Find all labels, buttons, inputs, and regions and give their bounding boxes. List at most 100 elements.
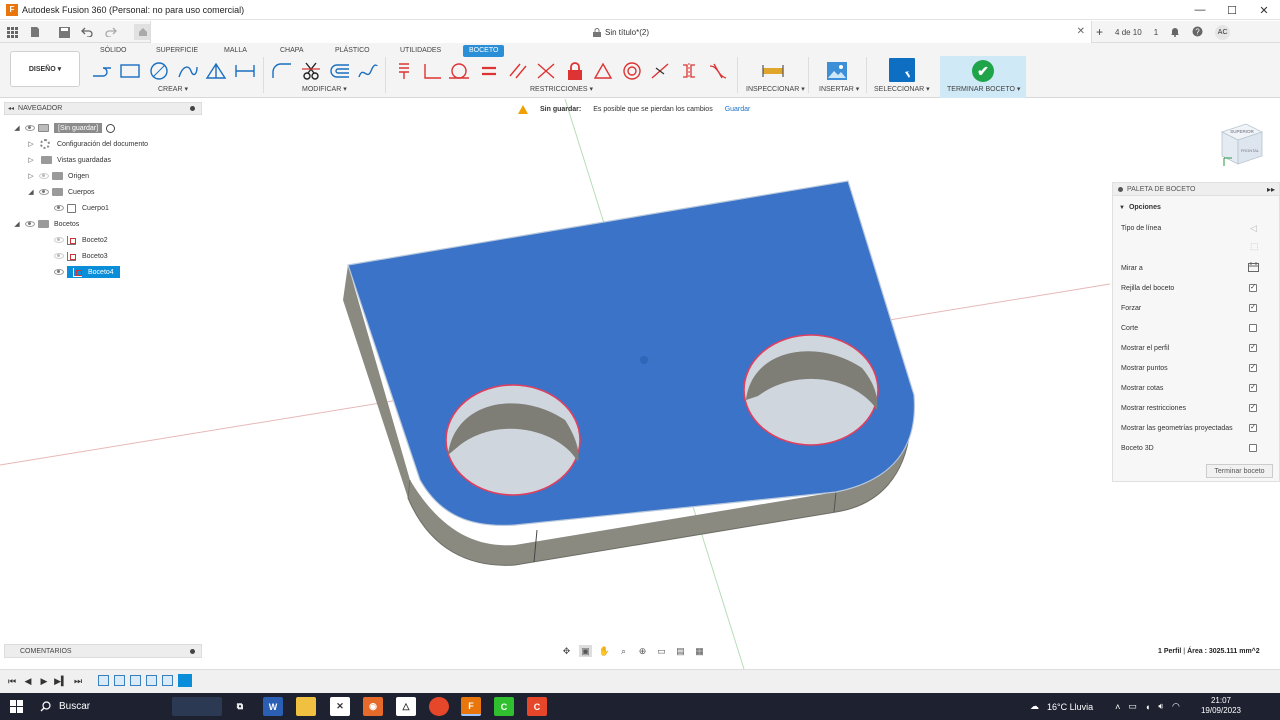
view-cube[interactable]: SUPERIOR FRONTAL bbox=[1216, 120, 1266, 170]
tab-solid[interactable]: SÓLIDO bbox=[97, 45, 129, 57]
offset-tool-icon[interactable] bbox=[328, 60, 352, 82]
show-constraints-checkbox[interactable]: ✓ bbox=[1249, 404, 1257, 412]
circle-tool-icon[interactable] bbox=[147, 60, 171, 82]
show-profile-checkbox[interactable]: ✓ bbox=[1249, 344, 1257, 352]
file-explorer-icon[interactable] bbox=[296, 697, 316, 716]
tree-item-sketch2[interactable]: Boceto2 bbox=[51, 234, 108, 246]
spline-tool-icon[interactable] bbox=[356, 60, 380, 82]
windows-start-icon[interactable] bbox=[10, 700, 23, 713]
word-icon[interactable]: W bbox=[263, 697, 283, 716]
comments-panel[interactable]: COMENTARIOS bbox=[4, 644, 202, 658]
visibility-eye-icon[interactable] bbox=[54, 237, 64, 243]
horizontal-constraint-icon[interactable] bbox=[392, 60, 416, 82]
undo-icon[interactable] bbox=[80, 24, 94, 40]
visibility-eye-icon[interactable] bbox=[39, 173, 49, 179]
trim-tool-icon[interactable] bbox=[299, 60, 323, 82]
fillet-tool-icon[interactable] bbox=[270, 60, 294, 82]
visibility-eye-icon[interactable] bbox=[54, 205, 64, 211]
battery-icon[interactable]: ▭ bbox=[1128, 701, 1137, 712]
arc-tool-icon[interactable] bbox=[176, 60, 200, 82]
collapse-arrows-icon[interactable]: ◂◂ bbox=[8, 105, 14, 112]
grid-settings-icon[interactable]: ▤ bbox=[674, 645, 687, 657]
timeline-feature-extrude[interactable] bbox=[114, 675, 125, 686]
line-tool-icon[interactable] bbox=[90, 60, 114, 82]
pan-hand-icon[interactable]: ✋ bbox=[598, 645, 611, 657]
visibility-eye-icon[interactable] bbox=[39, 189, 49, 195]
centerline-icon[interactable]: ⬚ bbox=[1250, 241, 1259, 252]
navigator-pin-icon[interactable] bbox=[190, 106, 195, 111]
close-tab-icon[interactable]: ✕ bbox=[1077, 26, 1085, 37]
construction-line-icon[interactable]: ◁ bbox=[1250, 223, 1257, 234]
timeline-feature-sketch[interactable] bbox=[98, 675, 109, 686]
viewcube-top-label[interactable]: SUPERIOR bbox=[1230, 129, 1254, 134]
modify-group-label[interactable]: MODIFICAR ▾ bbox=[302, 85, 347, 93]
minimize-button[interactable]: — bbox=[1184, 0, 1216, 20]
collapsed-caret-icon[interactable]: ▷ bbox=[26, 156, 36, 164]
user-avatar[interactable]: AC bbox=[1215, 24, 1231, 40]
save-link[interactable]: Guardar bbox=[725, 106, 751, 113]
select-tool-icon[interactable] bbox=[889, 58, 915, 82]
coincident-cross-icon[interactable] bbox=[534, 60, 558, 82]
midpoint-constraint-icon[interactable] bbox=[648, 60, 672, 82]
fit-window-icon[interactable]: ⊕ bbox=[636, 645, 649, 657]
close-window-button[interactable]: ✕ bbox=[1248, 0, 1280, 20]
finish-sketch-check-icon[interactable]: ✔ bbox=[972, 60, 994, 82]
insert-image-icon[interactable] bbox=[825, 60, 849, 82]
tree-item-bodies[interactable]: ◢ Cuerpos bbox=[26, 186, 94, 198]
workspace-switcher[interactable]: DISEÑO ▾ bbox=[10, 51, 80, 87]
sketch-center-point[interactable] bbox=[640, 356, 648, 364]
timeline-feature-sketch[interactable] bbox=[162, 675, 173, 686]
tree-item-origin[interactable]: ▷ Origen bbox=[26, 170, 89, 182]
chrome-icon[interactable] bbox=[429, 697, 449, 716]
polygon-tool-icon[interactable] bbox=[204, 60, 228, 82]
tab-utilities[interactable]: UTILIDADES bbox=[397, 45, 444, 57]
equal-constraint-icon[interactable] bbox=[477, 60, 501, 82]
perpendicular-constraint-icon[interactable] bbox=[420, 60, 444, 82]
job-status[interactable]: 1 bbox=[1154, 28, 1158, 37]
tree-item-doc-settings[interactable]: ▷ Configuración del documento bbox=[26, 138, 148, 150]
constraints-group-label[interactable]: RESTRICCIONES ▾ bbox=[530, 85, 593, 93]
timeline-feature-current[interactable] bbox=[178, 674, 192, 687]
taskbar-search[interactable]: Buscar bbox=[40, 693, 90, 720]
snap-checkbox[interactable]: ✓ bbox=[1249, 304, 1257, 312]
activate-radio-icon[interactable] bbox=[106, 123, 116, 133]
orbit-icon[interactable]: ✥ bbox=[560, 645, 573, 657]
measure-tool-icon[interactable] bbox=[761, 60, 785, 82]
visibility-eye-icon[interactable] bbox=[25, 221, 35, 227]
fix-constraint-lock-icon[interactable] bbox=[563, 60, 587, 82]
collapsed-caret-icon[interactable]: ▷ bbox=[26, 140, 36, 148]
curvature-constraint-icon[interactable] bbox=[706, 60, 730, 82]
expanded-caret-icon[interactable]: ◢ bbox=[12, 124, 22, 132]
show-projected-checkbox[interactable]: ✓ bbox=[1249, 424, 1257, 432]
concentric-constraint-icon[interactable] bbox=[620, 60, 644, 82]
tree-item-sketch4[interactable]: Boceto4 bbox=[51, 266, 120, 278]
rectangle-tool-icon[interactable] bbox=[118, 60, 142, 82]
new-tab-button[interactable]: + bbox=[1096, 25, 1103, 39]
timeline-feature-sketch[interactable] bbox=[130, 675, 141, 686]
finish-group-label[interactable]: TERMINAR BOCETO ▾ bbox=[947, 85, 1020, 93]
fusion-taskbar-icon[interactable]: F bbox=[461, 697, 481, 716]
comments-pin-icon[interactable] bbox=[190, 649, 195, 654]
apps-grid-icon[interactable] bbox=[6, 24, 18, 40]
camtasia-red-icon[interactable]: C bbox=[527, 697, 547, 716]
display-settings-icon[interactable]: ▭ bbox=[655, 645, 668, 657]
task-view-icon[interactable]: ⧉ bbox=[230, 697, 250, 716]
go-to-end-icon[interactable]: ⏭ bbox=[72, 675, 84, 687]
visibility-eye-icon[interactable] bbox=[54, 269, 64, 275]
palette-pin-icon[interactable] bbox=[1118, 186, 1123, 192]
blender-icon[interactable]: ◉ bbox=[363, 697, 383, 716]
tree-item-sketches[interactable]: ◢ Bocetos bbox=[12, 218, 79, 230]
tree-item-saved-views[interactable]: ▷ Vistas guardadas bbox=[26, 154, 111, 166]
visibility-eye-icon[interactable] bbox=[25, 125, 35, 131]
mic-icon[interactable]: ◖ bbox=[1145, 702, 1150, 712]
expanded-caret-icon[interactable]: ▼ bbox=[1119, 205, 1125, 211]
tab-sheet-metal[interactable]: CHAPA bbox=[277, 45, 307, 57]
tangent-constraint-icon[interactable] bbox=[447, 60, 471, 82]
camtasia-green-icon[interactable]: C bbox=[494, 697, 514, 716]
symmetry-constraint-icon[interactable] bbox=[677, 60, 701, 82]
create-group-label[interactable]: CREAR ▾ bbox=[158, 85, 188, 93]
visibility-eye-icon[interactable] bbox=[54, 253, 64, 259]
taskbar-clock[interactable]: 21:07 19/09/2023 bbox=[1200, 696, 1242, 716]
help-icon[interactable]: ? bbox=[1192, 26, 1203, 39]
insert-group-label[interactable]: INSERTAR ▾ bbox=[819, 85, 859, 93]
